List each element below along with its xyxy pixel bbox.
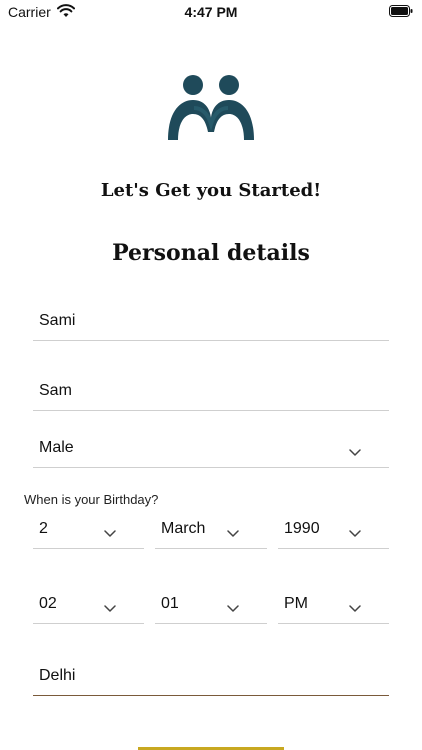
birth-month-dropdown[interactable]: March xyxy=(155,510,267,549)
status-bar: Carrier 4:47 PM xyxy=(0,0,422,24)
chevron-down-icon xyxy=(104,605,116,612)
status-time: 4:47 PM xyxy=(184,4,238,20)
gender-dropdown[interactable]: Male xyxy=(33,428,389,468)
birth-year-value: 1990 xyxy=(284,520,320,537)
chevron-down-icon xyxy=(104,530,116,537)
time-hour-dropdown[interactable]: 02 xyxy=(33,585,144,624)
time-minute-value: 01 xyxy=(161,595,179,612)
time-period-dropdown[interactable]: PM xyxy=(278,585,389,624)
welcome-headline: Let's Get you Started! xyxy=(100,180,322,201)
city-field[interactable]: Delhi xyxy=(33,650,389,696)
first-name-value: Sami xyxy=(39,312,76,329)
chevron-down-icon xyxy=(349,605,361,612)
first-name-field[interactable]: Sami xyxy=(33,296,389,341)
app-logo xyxy=(168,75,254,140)
time-minute-dropdown[interactable]: 01 xyxy=(155,585,267,624)
chevron-down-icon xyxy=(227,530,239,537)
birth-month-value: March xyxy=(161,520,206,537)
city-value: Delhi xyxy=(39,667,76,684)
section-title: Personal details xyxy=(112,240,310,266)
time-hour-value: 02 xyxy=(39,595,57,612)
last-name-value: Sam xyxy=(39,382,72,399)
battery-icon xyxy=(389,5,413,17)
gender-value: Male xyxy=(39,439,74,456)
birthday-label: When is your Birthday? xyxy=(24,492,159,507)
birth-day-dropdown[interactable]: 2 xyxy=(33,510,144,549)
birth-day-value: 2 xyxy=(39,520,48,537)
chevron-down-icon xyxy=(349,449,361,456)
birth-year-dropdown[interactable]: 1990 xyxy=(278,510,389,549)
chevron-down-icon xyxy=(227,605,239,612)
chevron-down-icon xyxy=(349,530,361,537)
last-name-field[interactable]: Sam xyxy=(33,366,389,411)
time-period-value: PM xyxy=(284,595,308,612)
